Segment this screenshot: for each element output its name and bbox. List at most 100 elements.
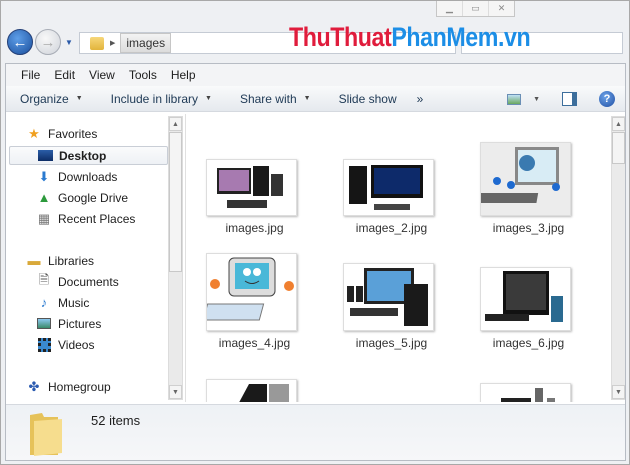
folder-icon [30, 413, 62, 456]
sidebar-label: Documents [58, 274, 119, 289]
file-name[interactable]: images_2.jpg [323, 221, 460, 235]
menu-view[interactable]: View [82, 68, 122, 82]
sidebar-label: Recent Places [58, 211, 136, 226]
file-name[interactable]: images_6.jpg [460, 336, 597, 350]
thumbnail-images-8[interactable] [480, 383, 571, 402]
slide-show-button[interactable]: Slide show [339, 92, 397, 106]
sidebar-item-recent-places[interactable]: ▦ Recent Places [36, 209, 136, 228]
desktop-pc-image [239, 384, 289, 402]
file-list: images.jpg images_2.jpg images_3.jpg ima… [185, 114, 625, 402]
scroll-down-button[interactable]: ▼ [169, 385, 182, 399]
sidebar-label: Pictures [58, 316, 102, 331]
sidebar-label: Downloads [58, 169, 118, 184]
recent-places-icon: ▦ [37, 210, 51, 226]
share-label: Share with [239, 91, 297, 106]
videos-icon [36, 337, 52, 353]
back-button[interactable]: ← [7, 29, 33, 55]
pictures-icon [36, 316, 52, 332]
include-label: Include in library [110, 91, 199, 106]
thumbnail-images-6[interactable] [480, 267, 571, 331]
details-pane: 52 items [6, 404, 625, 460]
desktop-pc-image [217, 166, 283, 208]
sidebar-item-pictures[interactable]: Pictures [36, 314, 101, 333]
thumbnail-images-2[interactable] [343, 159, 434, 216]
view-options-dropdown[interactable]: ▼ [533, 96, 540, 103]
sidebar-label: Music [58, 295, 90, 310]
libraries-icon: ▬ [27, 253, 41, 268]
folder-icon [90, 36, 104, 50]
command-bar: Organize ▼ Include in library ▼ Share with… [6, 86, 625, 112]
thumbnail-images-5[interactable] [343, 263, 434, 331]
thumbnail-images-4[interactable] [206, 253, 297, 331]
homegroup-icon: ✤ [28, 378, 40, 394]
include-in-library-button[interactable]: Include in library ▼ [111, 92, 212, 106]
explorer-window: ▁ ▭ ✕ ← → ▼ ▶ images ThuThuatPhanMem.vn … [0, 0, 630, 465]
file-name[interactable]: images_5.jpg [323, 336, 460, 350]
preview-pane-icon[interactable] [562, 92, 577, 106]
sidebar-favorites[interactable]: ★ Favorites [26, 124, 97, 143]
scroll-up-button[interactable]: ▲ [169, 117, 182, 131]
help-icon[interactable]: ? [599, 91, 615, 107]
window-controls: ▁ ▭ ✕ [436, 1, 515, 17]
thumbnail-images[interactable] [206, 159, 297, 216]
downloads-folder-icon: ⬇ [38, 168, 50, 184]
sidebar-label: Homegroup [48, 379, 111, 394]
desktop-pc-image [485, 271, 563, 322]
computer-people-image [481, 147, 560, 203]
file-name[interactable]: images_3.jpg [460, 221, 597, 235]
chevron-down-icon: ▼ [75, 95, 83, 102]
organize-button[interactable]: Organize ▼ [20, 92, 83, 106]
maximize-button[interactable]: ▭ [463, 1, 489, 16]
scrollbar-thumb[interactable] [612, 132, 625, 164]
sidebar-libraries[interactable]: ▬ Libraries [26, 251, 95, 270]
minimize-button[interactable]: ▁ [437, 1, 463, 16]
sidebar-item-videos[interactable]: Videos [36, 335, 94, 354]
scroll-up-button[interactable]: ▲ [612, 117, 625, 131]
recent-pages-dropdown[interactable]: ▼ [65, 38, 73, 47]
share-with-button[interactable]: Share with ▼ [240, 92, 311, 106]
navigation-pane: ★ Favorites Desktop ⬇ Downloads ▲ Google Dr… [6, 114, 183, 402]
menu-edit[interactable]: Edit [47, 68, 82, 82]
thumbnail-images-7[interactable] [206, 379, 297, 402]
file-list-scrollbar[interactable]: ▲ ▼ [611, 116, 625, 400]
sidebar-item-google-drive[interactable]: ▲ Google Drive [36, 188, 128, 207]
file-name[interactable]: images_4.jpg [186, 336, 323, 350]
sidebar-label: Desktop [59, 148, 107, 163]
documents-icon: 🗎 [38, 271, 50, 287]
menu-help[interactable]: Help [164, 68, 203, 82]
sidebar-item-music[interactable]: ♪ Music [36, 293, 90, 312]
desktop-pc-image [501, 388, 555, 402]
cartoon-computer-image [207, 257, 294, 321]
change-view-icon[interactable] [507, 93, 522, 105]
close-button[interactable]: ✕ [489, 1, 514, 16]
menu-tools[interactable]: Tools [122, 68, 164, 82]
organize-label: Organize [20, 91, 69, 106]
menu-bar: File Edit View Tools Help [6, 64, 625, 86]
explorer-frame: File Edit View Tools Help Organize ▼ Incl… [5, 63, 626, 461]
sidebar-label: Google Drive [58, 190, 129, 205]
menu-file[interactable]: File [14, 68, 47, 82]
chevron-down-icon: ▼ [303, 95, 311, 102]
thumbnail-images-3[interactable] [480, 142, 571, 216]
star-icon: ★ [28, 125, 40, 141]
sidebar-item-downloads[interactable]: ⬇ Downloads [36, 167, 118, 186]
sidebar-homegroup[interactable]: ✤ Homegroup [26, 377, 111, 396]
navigation-buttons: ← → ▼ [7, 29, 73, 55]
desktop-pc-image [349, 165, 423, 210]
sidebar-item-documents[interactable]: 🗎 Documents [36, 272, 119, 291]
breadcrumb-images[interactable]: images [120, 33, 172, 53]
sidebar-item-desktop[interactable]: Desktop [9, 146, 168, 165]
sidebar-scrollbar[interactable]: ▲ ▼ [168, 116, 183, 400]
more-commands-button[interactable]: » [417, 92, 424, 106]
scroll-down-button[interactable]: ▼ [612, 385, 625, 399]
scrollbar-thumb[interactable] [169, 132, 182, 272]
sidebar-label: Favorites [48, 126, 98, 141]
desktop-pc-image [347, 268, 428, 326]
chevron-right-icon[interactable]: ▶ [110, 39, 115, 47]
item-count: 52 items [91, 413, 141, 428]
file-name[interactable]: images.jpg [186, 221, 323, 235]
watermark-logo: ThuThuatPhanMem.vn [289, 22, 531, 52]
forward-button[interactable]: → [35, 29, 61, 55]
chevron-down-icon: ▼ [205, 95, 212, 102]
music-icon: ♪ [40, 295, 48, 310]
